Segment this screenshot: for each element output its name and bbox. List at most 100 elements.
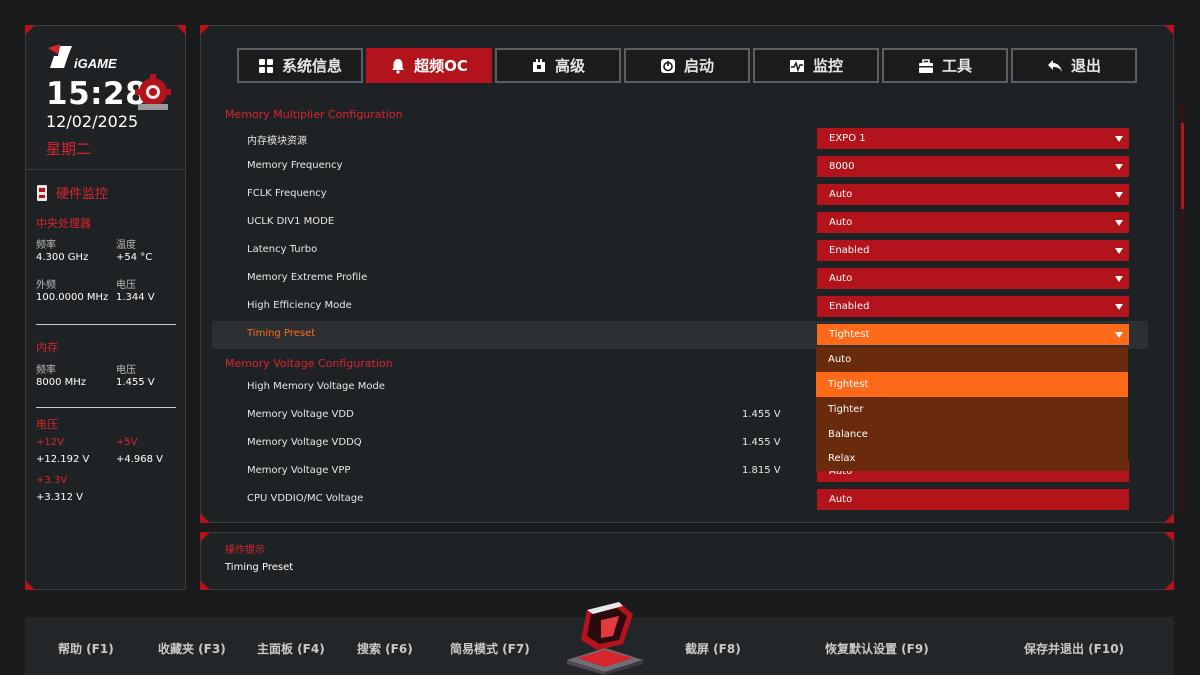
grid-icon [258, 58, 273, 73]
dropdown-arrow-icon [1115, 192, 1123, 198]
chip-icon [532, 58, 545, 72]
setting-row[interactable]: 内存模块资源 EXPO 1 [212, 125, 1148, 153]
cpu-freq-value: 4.300 GHz [36, 252, 89, 263]
cpu-section-title: 中央处理器 [36, 217, 91, 230]
setting-label: Timing Preset [247, 328, 316, 339]
menu-option-balance[interactable]: Balance [816, 422, 1128, 447]
v5-value: +4.968 V [116, 454, 164, 465]
setting-label: UCLK DIV1 MODE [247, 216, 335, 227]
cpu-volt-label: 电压 [116, 280, 136, 291]
mem-volt-label: 电压 [116, 365, 136, 376]
setting-label: CPU VDDIO/MC Voltage [247, 493, 364, 504]
mainboard-button[interactable]: 主面板 (F4) [257, 640, 325, 657]
divider [26, 169, 185, 170]
group-title-multiplier: Memory Multiplier Configuration [225, 108, 403, 121]
menu-option-tightest[interactable]: Tightest [816, 372, 1128, 397]
cpu-temp-value: +54 °C [116, 252, 153, 263]
cpu-bclk-value: 100.0000 MHz [36, 292, 109, 303]
setting-dropdown[interactable]: Auto [817, 489, 1129, 510]
logo-text: iGAME [74, 56, 117, 71]
screenshot-button[interactable]: 截屏 (F8) [685, 640, 741, 657]
weekday: 星期二 [46, 140, 92, 158]
timing-preset-menu: Auto Tightest Tighter Balance Relax [816, 347, 1128, 471]
setting-row[interactable]: UCLK DIV1 MODE Auto [212, 209, 1148, 237]
tab-system-info[interactable]: 系统信息 [237, 48, 363, 83]
tab-tools[interactable]: 工具 [882, 48, 1008, 83]
setting-row-selected[interactable]: Timing Preset Tightest [212, 321, 1148, 349]
menu-option-auto[interactable]: Auto [816, 347, 1128, 372]
brand-emblem-icon [567, 602, 643, 675]
setting-dropdown[interactable]: Enabled [817, 296, 1129, 317]
cpu-freq-label: 频率 [36, 240, 56, 251]
hardware-monitor-title: 硬件监控 [36, 183, 108, 202]
cpu-temp-label: 温度 [116, 240, 136, 251]
v12-label: +12V [36, 437, 64, 448]
divider [36, 324, 176, 325]
voltage-reading: 1.815 V [742, 465, 781, 476]
setting-label: Memory Extreme Profile [247, 272, 368, 283]
setting-row[interactable]: Memory Frequency 8000 [212, 153, 1148, 181]
tab-overclock[interactable]: 超频OC [366, 48, 492, 83]
setting-dropdown[interactable]: Auto [817, 184, 1129, 205]
save-exit-button[interactable]: 保存并退出 (F10) [1024, 640, 1124, 657]
dropdown-arrow-icon [1115, 164, 1123, 170]
timing-preset-dropdown[interactable]: Tightest [817, 324, 1129, 345]
setting-label: Memory Voltage VDD [247, 409, 354, 420]
restore-defaults-button[interactable]: 恢复默认设置 (F9) [825, 640, 929, 657]
help-button[interactable]: 帮助 (F1) [58, 640, 114, 657]
divider [36, 407, 176, 408]
toolbox-icon [918, 58, 933, 73]
dropdown-arrow-icon [1115, 276, 1123, 282]
setting-label: 内存模块资源 [247, 136, 307, 147]
setting-row[interactable]: CPU VDDIO/MC Voltage Auto [212, 486, 1148, 514]
setting-dropdown[interactable]: Auto [817, 212, 1129, 233]
setting-dropdown[interactable]: Enabled [817, 240, 1129, 261]
setting-dropdown[interactable]: EXPO 1 [817, 128, 1129, 149]
search-button[interactable]: 搜索 (F6) [357, 640, 413, 657]
cpu-bclk-label: 外频 [36, 280, 56, 291]
setting-row[interactable]: Latency Turbo Enabled [212, 237, 1148, 265]
setting-label: Latency Turbo [247, 244, 318, 255]
memory-section-title: 内存 [36, 341, 58, 354]
menu-option-relax[interactable]: Relax [816, 446, 1128, 471]
setting-row[interactable]: FCLK Frequency Auto [212, 181, 1148, 209]
scrollbar-thumb[interactable] [1181, 123, 1184, 209]
gear-icon [135, 74, 171, 110]
cpu-volt-value: 1.344 V [116, 292, 155, 303]
setting-dropdown[interactable]: Auto [817, 268, 1129, 289]
hint-text: Timing Preset [225, 562, 294, 573]
setting-row[interactable]: High Efficiency Mode Enabled [212, 293, 1148, 321]
mem-volt-value: 1.455 V [116, 377, 155, 388]
setting-label: Memory Voltage VPP [247, 465, 351, 476]
sidebar: iGAME 15:28 12/02/2025 星期二 硬件监控 中央处理器 频率… [25, 25, 186, 590]
date: 12/02/2025 [46, 112, 139, 131]
mem-freq-label: 频率 [36, 365, 56, 376]
setting-row[interactable]: Memory Extreme Profile Auto [212, 265, 1148, 293]
setting-dropdown[interactable]: 8000 [817, 156, 1129, 177]
dropdown-arrow-icon [1115, 304, 1123, 310]
tab-exit[interactable]: 退出 [1011, 48, 1137, 83]
setting-label: Memory Frequency [247, 160, 343, 171]
power-icon [660, 58, 675, 73]
menu-option-tighter[interactable]: Tighter [816, 397, 1128, 422]
setting-label: Memory Voltage VDDQ [247, 437, 362, 448]
voltage-section-title: 电压 [36, 418, 58, 431]
tab-bar: 系统信息 超频OC 高级 启动 监控 工具 退出 [237, 48, 1137, 83]
tab-advanced[interactable]: 高级 [495, 48, 621, 83]
voltage-reading: 1.455 V [742, 409, 781, 420]
dropdown-arrow-icon [1115, 332, 1123, 338]
back-arrow-icon [1047, 59, 1062, 72]
tab-boot[interactable]: 启动 [624, 48, 750, 83]
pulse-icon [789, 59, 804, 72]
v12-value: +12.192 V [36, 454, 90, 465]
setting-label: High Memory Voltage Mode [247, 381, 385, 392]
v33-value: +3.312 V [36, 492, 84, 503]
favorites-button[interactable]: 收藏夹 (F3) [158, 640, 226, 657]
easy-mode-button[interactable]: 简易模式 (F7) [450, 640, 530, 657]
hint-title: 操作提示 [225, 545, 265, 556]
dropdown-arrow-icon [1115, 248, 1123, 254]
dropdown-arrow-icon [1115, 136, 1123, 142]
voltage-reading: 1.455 V [742, 437, 781, 448]
tab-monitor[interactable]: 监控 [753, 48, 879, 83]
dropdown-arrow-icon [1115, 220, 1123, 226]
